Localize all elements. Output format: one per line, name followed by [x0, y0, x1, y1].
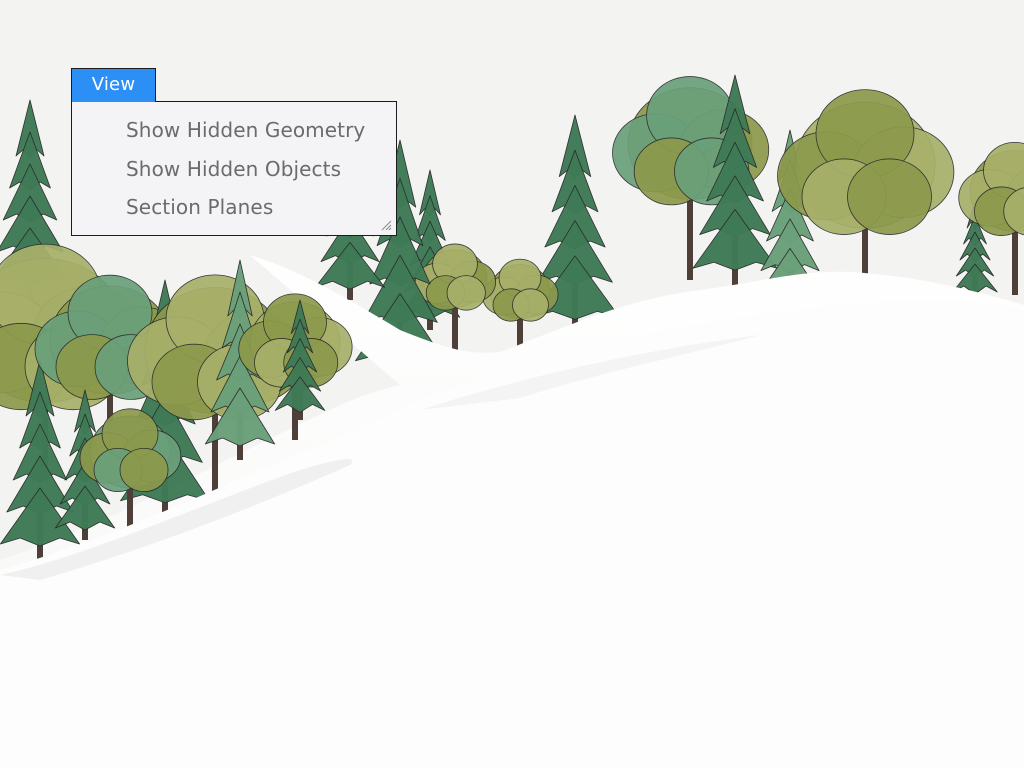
menu-item-show-hidden-objects[interactable]: Show Hidden Objects: [126, 157, 341, 181]
menu-item-section-planes[interactable]: Section Planes: [126, 195, 273, 219]
menu-item-show-hidden-geometry[interactable]: Show Hidden Geometry: [126, 118, 365, 142]
view-dropdown-menu: Show Hidden Geometry Show Hidden Objects…: [71, 101, 397, 236]
resize-grip-icon[interactable]: [380, 219, 392, 231]
view-menu-button[interactable]: View: [71, 68, 156, 102]
scene-viewport[interactable]: View Show Hidden Geometry Show Hidden Ob…: [0, 0, 1024, 768]
